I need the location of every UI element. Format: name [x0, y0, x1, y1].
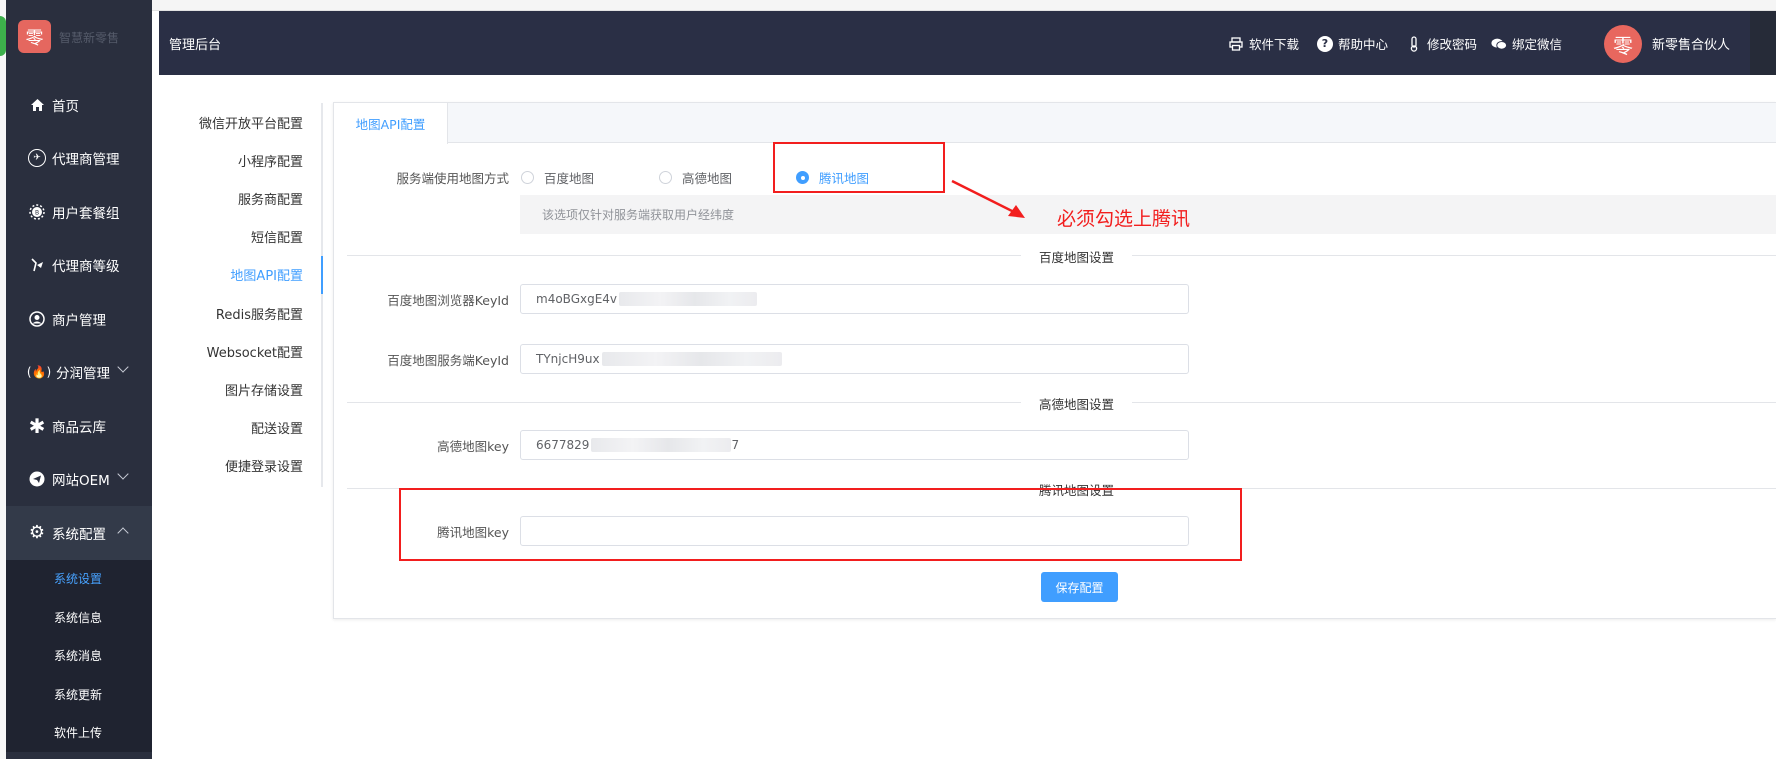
- input-value: TYnjcH9ux: [536, 352, 600, 366]
- chevron-down-icon: [117, 467, 129, 480]
- help-icon: ?: [1317, 35, 1333, 52]
- sidebar-item-oem[interactable]: 网站OEM: [6, 453, 152, 507]
- sidebar-item-label: 用户套餐组: [52, 205, 120, 222]
- sidebar: 零 智慧新零售 首页 ✈ 代理商管理 B 用户套餐组 代理商等级 商户管理 (🔥…: [6, 0, 152, 759]
- input-value-end: 7: [731, 438, 740, 452]
- asterisk-icon: ✱: [28, 413, 46, 438]
- bind-wechat-label: 绑定微信: [1512, 37, 1563, 52]
- config-menu-item[interactable]: 配送设置: [160, 409, 321, 447]
- baidu-server-key-label: 百度地图服务端KeyId: [387, 353, 509, 368]
- merchant-icon: [28, 310, 46, 328]
- svg-text:B: B: [35, 209, 39, 216]
- sidebar-item-label: 代理商管理: [52, 152, 120, 169]
- radio-label: 百度地图: [544, 171, 595, 186]
- fire-icon: (🔥): [26, 365, 52, 380]
- software-download-link[interactable]: 软件下载: [1228, 34, 1299, 53]
- home-icon: [28, 96, 46, 114]
- sidebar-subitem-software-upload[interactable]: 软件上传: [6, 713, 152, 752]
- radio-gaode[interactable]: 高德地图: [659, 168, 732, 187]
- input-value: m4oBGxgE4v: [536, 292, 618, 306]
- sidebar-item-system-config[interactable]: ⚙ 系统配置: [6, 506, 152, 560]
- sidebar-subitem-system-settings[interactable]: 系统设置: [6, 559, 152, 598]
- sidebar-subitem-system-update[interactable]: 系统更新: [6, 675, 152, 714]
- sidebar-subitem-system-info[interactable]: 系统信息: [6, 598, 152, 637]
- tab-bar: 地图API配置: [334, 103, 1776, 144]
- config-menu-item-active[interactable]: 地图API配置: [160, 256, 321, 294]
- annotation-box-tencent-radio: [773, 142, 945, 193]
- package-icon: B: [28, 203, 46, 221]
- sidebar-item-label: 网站OEM: [52, 473, 110, 490]
- annotation-text: 必须勾选上腾讯: [1057, 208, 1191, 230]
- sidebar-item-label: 商户管理: [52, 312, 106, 329]
- gaode-key-input[interactable]: 6677829 7: [520, 430, 1189, 460]
- agent-icon: ✈: [28, 149, 46, 168]
- config-menu-item[interactable]: Websocket配置: [160, 332, 321, 370]
- chevron-down-icon: [117, 360, 129, 373]
- baidu-section-title: 百度地图设置: [1021, 247, 1133, 266]
- change-password-label: 修改密码: [1427, 37, 1478, 52]
- sidebar-item-cloud-goods[interactable]: ✱ 商品云库: [6, 399, 152, 453]
- sidebar-item-agent[interactable]: ✈ 代理商管理: [6, 132, 152, 186]
- header-edge: [1750, 11, 1776, 75]
- config-menu-item[interactable]: Redis服务配置: [160, 294, 321, 332]
- user-name[interactable]: 新零售合伙人: [1652, 34, 1730, 53]
- chevron-up-icon: [117, 527, 129, 539]
- config-menu-item[interactable]: 便捷登录设置: [160, 447, 321, 485]
- config-menu-item[interactable]: 微信开放平台配置: [160, 103, 321, 141]
- brand-logo: 零: [18, 20, 51, 53]
- sidebar-item-label: 代理商等级: [52, 259, 120, 276]
- gaode-key-label: 高德地图key: [437, 439, 509, 454]
- redacted-value: [591, 438, 732, 452]
- level-icon: [28, 256, 46, 274]
- config-menu-item[interactable]: 服务商配置: [160, 179, 321, 217]
- thermometer-icon: [1406, 35, 1422, 52]
- sidebar-item-label: 首页: [52, 98, 79, 115]
- header-title: 管理后台: [169, 38, 222, 53]
- baidu-server-key-input[interactable]: TYnjcH9ux: [520, 344, 1189, 374]
- baidu-browser-key-input[interactable]: m4oBGxgE4v: [520, 284, 1189, 314]
- window-top-edge: [152, 0, 1776, 11]
- tab-map-api[interactable]: 地图API配置: [334, 103, 448, 144]
- radio-baidu[interactable]: 百度地图: [521, 168, 594, 187]
- active-indicator: [321, 256, 323, 294]
- sidebar-subitem-system-messages[interactable]: 系统消息: [6, 636, 152, 675]
- radio-label: 高德地图: [682, 171, 733, 186]
- map-mode-label: 服务端使用地图方式: [396, 171, 509, 186]
- sidebar-item-level[interactable]: 代理商等级: [6, 239, 152, 293]
- baidu-browser-key-label: 百度地图浏览器KeyId: [387, 293, 509, 308]
- bind-wechat-link[interactable]: 绑定微信: [1491, 34, 1562, 53]
- send-icon: [28, 470, 46, 488]
- input-value: 6677829: [536, 438, 590, 452]
- printer-icon: [1228, 36, 1244, 51]
- config-menu: 微信开放平台配置 小程序配置 服务商配置 短信配置 地图API配置 Redis服…: [160, 103, 323, 487]
- redacted-value: [619, 292, 758, 306]
- brand[interactable]: 零 智慧新零售: [6, 0, 152, 78]
- annotation-box-tencent-key: [399, 488, 1242, 561]
- config-menu-item[interactable]: 小程序配置: [160, 141, 321, 179]
- help-center-label: 帮助中心: [1338, 37, 1389, 52]
- brand-name: 智慧新零售: [59, 31, 120, 45]
- redacted-value: [601, 352, 782, 366]
- gaode-section-title: 高德地图设置: [1021, 394, 1133, 413]
- radio-circle: [521, 171, 534, 184]
- software-download-label: 软件下载: [1249, 37, 1300, 52]
- sidebar-item-label: 商品云库: [52, 419, 106, 436]
- change-password-link[interactable]: 修改密码: [1406, 34, 1477, 53]
- sidebar-item-profit[interactable]: (🔥) 分润管理: [6, 346, 152, 400]
- save-config-button[interactable]: 保存配置: [1041, 572, 1118, 602]
- sidebar-item-merchant[interactable]: 商户管理: [6, 292, 152, 346]
- config-menu-item[interactable]: 短信配置: [160, 218, 321, 256]
- config-menu-item[interactable]: 图片存储设置: [160, 370, 321, 408]
- annotation-arrow-icon: [951, 179, 1025, 218]
- avatar[interactable]: 零: [1604, 25, 1642, 63]
- sidebar-item-home[interactable]: 首页: [6, 78, 152, 132]
- sidebar-item-label: 分润管理: [56, 366, 110, 383]
- gear-icon: ⚙: [28, 522, 46, 544]
- sidebar-item-label: 系统配置: [52, 526, 106, 543]
- wechat-icon: [1491, 37, 1507, 51]
- help-center-link[interactable]: ? 帮助中心: [1317, 34, 1388, 53]
- sidebar-item-package[interactable]: B 用户套餐组: [6, 185, 152, 239]
- top-header: 管理后台 软件下载 ? 帮助中心 修改密码 绑定微信 零 新零售合伙人: [159, 11, 1776, 75]
- radio-circle: [659, 171, 672, 184]
